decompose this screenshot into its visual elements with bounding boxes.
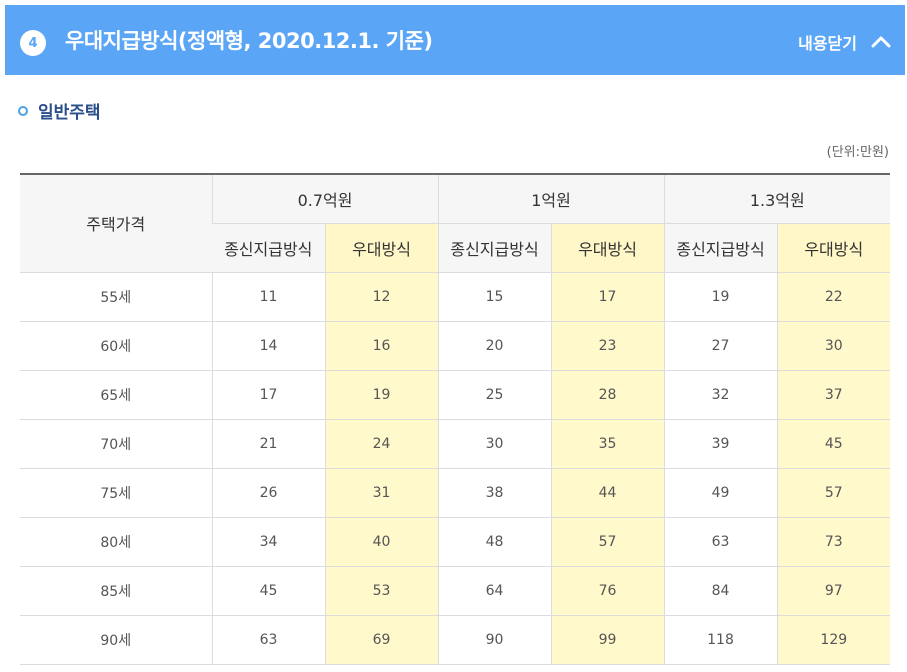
price-group-header: 0.7억원 bbox=[211, 173, 439, 224]
table-row: 85세 45 53 64 76 84 97 bbox=[20, 566, 891, 616]
sub-header-cell: 종신지급방식 bbox=[212, 223, 325, 273]
lifetime-amount-cell: 21 bbox=[211, 419, 325, 469]
sub-header-cell: 종신지급방식 bbox=[437, 223, 552, 273]
preferred-amount-cell: 44 bbox=[550, 468, 665, 518]
sub-header-cell: 종신지급방식 bbox=[663, 223, 778, 273]
lifetime-amount-cell: 39 bbox=[663, 419, 778, 469]
preferred-amount-cell: 17 bbox=[550, 272, 665, 322]
preferred-amount-cell: 76 bbox=[550, 566, 665, 616]
lifetime-amount-cell: 34 bbox=[211, 517, 325, 567]
preferred-amount-cell: 69 bbox=[324, 615, 439, 665]
table-row: 60세 14 16 20 23 27 30 bbox=[20, 321, 891, 371]
lifetime-amount-cell: 14 bbox=[211, 321, 325, 371]
lifetime-amount-cell: 49 bbox=[663, 468, 778, 518]
unit-note: (단위:만원) bbox=[826, 145, 889, 160]
preferred-amount-cell: 129 bbox=[776, 615, 891, 665]
section-header: 4 우대지급방식(정액형, 2020.12.1. 기준) 내용닫기 bbox=[5, 5, 905, 75]
price-group-header: 1.3억원 bbox=[663, 173, 891, 224]
lifetime-amount-cell: 63 bbox=[663, 517, 778, 567]
lifetime-amount-cell: 27 bbox=[663, 321, 778, 371]
age-cell: 55세 bbox=[20, 272, 212, 322]
preferred-amount-cell: 31 bbox=[324, 468, 439, 518]
sub-header-cell: 우대방식 bbox=[776, 223, 891, 273]
preferred-amount-cell: 35 bbox=[550, 419, 665, 469]
age-cell: 85세 bbox=[20, 566, 212, 616]
age-cell: 65세 bbox=[20, 370, 212, 420]
preferred-amount-cell: 16 bbox=[324, 321, 439, 371]
circle-bullet-icon bbox=[18, 105, 28, 116]
subsection-title: 일반주택 bbox=[18, 98, 101, 123]
lifetime-amount-cell: 17 bbox=[211, 370, 325, 420]
preferred-amount-cell: 57 bbox=[550, 517, 665, 567]
subsection-title-label: 일반주택 bbox=[38, 103, 101, 123]
table-row: 80세 34 40 48 57 63 73 bbox=[20, 517, 891, 567]
preferred-amount-cell: 99 bbox=[550, 615, 665, 665]
chevron-up-icon bbox=[869, 30, 893, 54]
age-cell: 70세 bbox=[20, 419, 212, 469]
preferred-amount-cell: 30 bbox=[776, 321, 891, 371]
table-row: 70세 21 24 30 35 39 45 bbox=[20, 419, 891, 469]
lifetime-amount-cell: 38 bbox=[437, 468, 552, 518]
preferred-amount-cell: 28 bbox=[550, 370, 665, 420]
preferred-amount-cell: 24 bbox=[324, 419, 439, 469]
lifetime-amount-cell: 84 bbox=[663, 566, 778, 616]
lifetime-amount-cell: 25 bbox=[437, 370, 552, 420]
lifetime-amount-cell: 63 bbox=[211, 615, 325, 665]
preferred-amount-cell: 19 bbox=[324, 370, 439, 420]
age-cell: 60세 bbox=[20, 321, 212, 371]
sub-header-cell: 우대방식 bbox=[324, 223, 439, 273]
lifetime-amount-cell: 90 bbox=[437, 615, 552, 665]
table-row: 55세 11 12 15 17 19 22 bbox=[20, 272, 891, 322]
age-cell: 90세 bbox=[20, 615, 212, 665]
lifetime-amount-cell: 118 bbox=[663, 615, 778, 665]
preferred-amount-cell: 97 bbox=[776, 566, 891, 616]
lifetime-amount-cell: 48 bbox=[437, 517, 552, 567]
lifetime-amount-cell: 19 bbox=[663, 272, 778, 322]
table-row: 90세 63 69 90 99 118 129 bbox=[20, 615, 891, 665]
step-number-badge: 4 bbox=[20, 30, 46, 56]
age-cell: 75세 bbox=[20, 468, 212, 518]
sub-header-cell: 우대방식 bbox=[550, 223, 665, 273]
preferred-amount-cell: 53 bbox=[324, 566, 439, 616]
collapse-content-button[interactable]: 내용닫기 bbox=[798, 27, 893, 57]
preferred-amount-cell: 12 bbox=[324, 272, 439, 322]
preferred-amount-cell: 23 bbox=[550, 321, 665, 371]
preferred-amount-cell: 22 bbox=[776, 272, 891, 322]
lifetime-amount-cell: 30 bbox=[437, 419, 552, 469]
table-row: 65세 17 19 25 28 32 37 bbox=[20, 370, 891, 420]
age-cell: 80세 bbox=[20, 517, 212, 567]
lifetime-amount-cell: 15 bbox=[437, 272, 552, 322]
row-header-cell: 주택가격 bbox=[20, 173, 212, 273]
lifetime-amount-cell: 11 bbox=[211, 272, 325, 322]
section-header-title: 우대지급방식(정액형, 2020.12.1. 기준) bbox=[65, 29, 433, 53]
preferred-amount-cell: 40 bbox=[324, 517, 439, 567]
payment-table: 주택가격 0.7억원 1억원 1.3억원 종신지급방식 우대방식 종신지급방식 … bbox=[20, 173, 891, 665]
lifetime-amount-cell: 32 bbox=[663, 370, 778, 420]
lifetime-amount-cell: 45 bbox=[211, 566, 325, 616]
collapse-content-label: 내용닫기 bbox=[798, 34, 857, 53]
table-row: 75세 26 31 38 44 49 57 bbox=[20, 468, 891, 518]
lifetime-amount-cell: 20 bbox=[437, 321, 552, 371]
preferred-amount-cell: 37 bbox=[776, 370, 891, 420]
lifetime-amount-cell: 64 bbox=[437, 566, 552, 616]
table-header-row: 주택가격 0.7억원 1억원 1.3억원 bbox=[20, 173, 891, 273]
lifetime-amount-cell: 26 bbox=[211, 468, 325, 518]
preferred-amount-cell: 57 bbox=[776, 468, 891, 518]
preferred-amount-cell: 45 bbox=[776, 419, 891, 469]
preferred-amount-cell: 73 bbox=[776, 517, 891, 567]
table-body: 55세 11 12 15 17 19 22 60세 14 16 20 23 27 30 65세 17 19 25 2… bbox=[20, 272, 891, 665]
price-group-header: 1억원 bbox=[437, 173, 665, 224]
